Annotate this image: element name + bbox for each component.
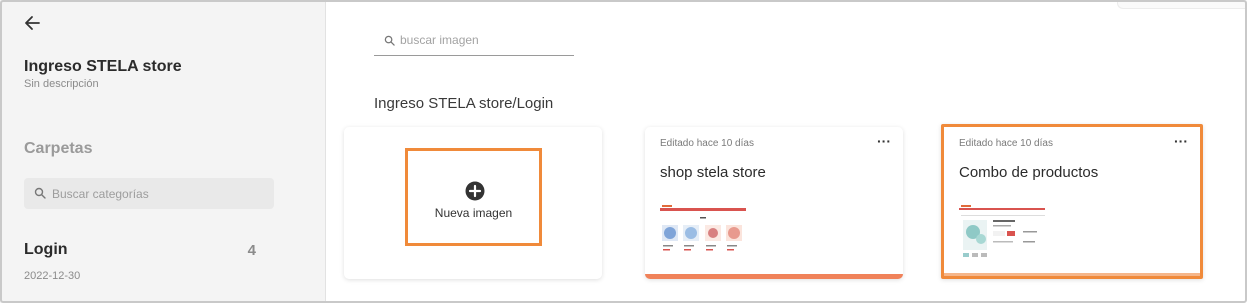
back-button[interactable]	[22, 12, 44, 34]
main-content: Ingreso STELA store/Login Nueva imagen E…	[327, 0, 1247, 303]
category-search-input[interactable]	[52, 178, 267, 209]
project-description: Sin descripción	[24, 78, 99, 90]
top-strip	[1117, 0, 1247, 9]
folder-name: Login	[24, 241, 68, 258]
more-options-button[interactable]: ···	[877, 134, 891, 148]
new-image-card: Nueva imagen	[344, 127, 602, 279]
new-image-button[interactable]: Nueva imagen	[405, 148, 542, 246]
image-card-selected[interactable]: Editado hace 10 días ··· Combo de produc…	[941, 124, 1203, 279]
edited-time: Editado hace 10 días	[660, 138, 754, 149]
plus-circle-icon	[465, 181, 485, 201]
search-icon	[34, 187, 46, 199]
category-search	[24, 178, 274, 209]
arrow-left-icon	[25, 16, 40, 30]
image-card[interactable]: Editado hace 10 días ··· shop stela stor…	[645, 127, 903, 279]
image-thumbnail	[959, 205, 1045, 261]
folders-heading: Carpetas	[24, 140, 93, 157]
folder-item-login[interactable]: Login 4 2022-12-30	[0, 228, 270, 288]
edited-time: Editado hace 10 días	[959, 138, 1053, 149]
image-title: Combo de productos	[959, 164, 1099, 181]
folder-count: 4	[247, 242, 256, 259]
image-title: shop stela store	[660, 164, 766, 181]
card-bottom-bar	[944, 273, 1200, 276]
search-icon	[384, 35, 395, 46]
image-search-input[interactable]	[400, 26, 570, 54]
folder-date: 2022-12-30	[24, 270, 81, 282]
image-thumbnail	[660, 205, 746, 261]
new-image-label: Nueva imagen	[434, 206, 513, 220]
breadcrumb: Ingreso STELA store/Login	[374, 95, 554, 112]
project-title: Ingreso STELA store	[24, 58, 182, 75]
sidebar: Ingreso STELA store Sin descripción Carp…	[0, 0, 326, 303]
more-options-button[interactable]: ···	[1174, 134, 1188, 148]
image-search	[374, 26, 574, 56]
